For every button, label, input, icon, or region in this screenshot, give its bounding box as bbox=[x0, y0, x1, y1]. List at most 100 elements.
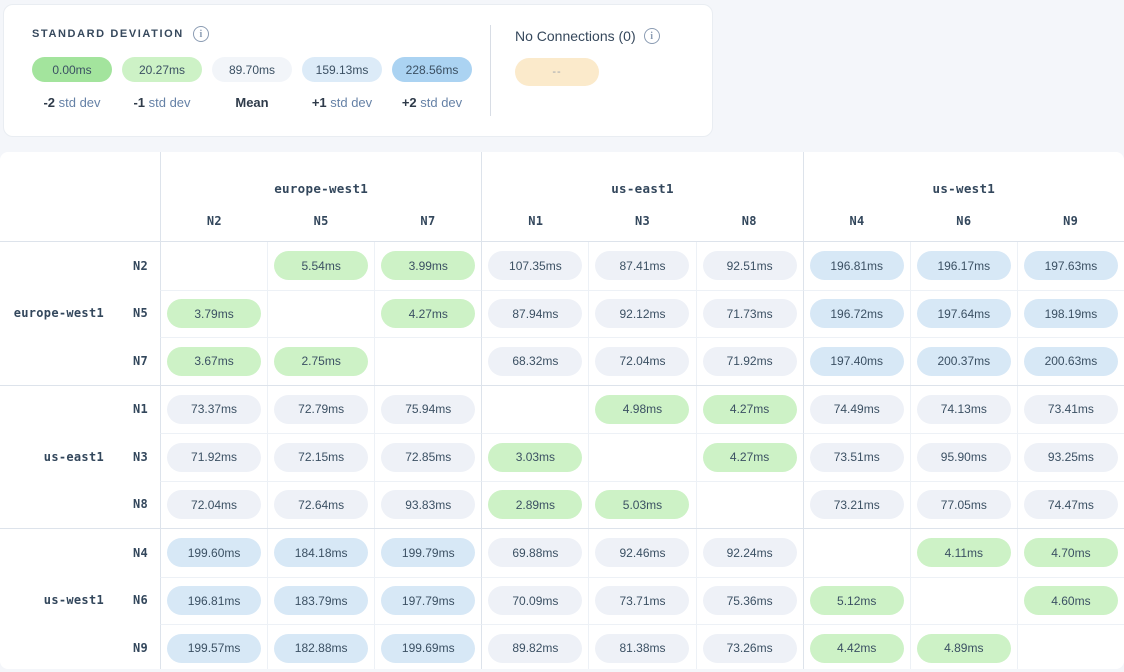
latency-chip[interactable]: 73.37ms bbox=[167, 395, 261, 424]
latency-chip[interactable]: 5.03ms bbox=[595, 490, 689, 519]
matrix-row: N173.37ms72.79ms75.94ms4.98ms4.27ms74.49… bbox=[110, 386, 1124, 434]
latency-chip[interactable]: 197.64ms bbox=[917, 299, 1011, 328]
matrix-row: N53.79ms4.27ms87.94ms92.12ms71.73ms196.7… bbox=[110, 290, 1124, 338]
latency-chip[interactable]: 4.11ms bbox=[917, 538, 1011, 567]
row-group: us-east1N173.37ms72.79ms75.94ms4.98ms4.2… bbox=[0, 385, 1124, 529]
latency-chip[interactable]: 75.94ms bbox=[381, 395, 475, 424]
row-group-rows: N25.54ms3.99ms107.35ms87.41ms92.51ms196.… bbox=[110, 242, 1124, 385]
latency-chip[interactable]: 74.13ms bbox=[917, 395, 1011, 424]
latency-chip[interactable]: 199.69ms bbox=[381, 634, 475, 663]
latency-chip[interactable]: 196.17ms bbox=[917, 251, 1011, 280]
latency-chip[interactable]: 196.72ms bbox=[810, 299, 904, 328]
latency-cell bbox=[803, 529, 910, 577]
latency-chip[interactable]: 4.27ms bbox=[703, 395, 797, 424]
latency-chip[interactable]: 4.70ms bbox=[1024, 538, 1118, 567]
latency-cell: 197.63ms bbox=[1017, 242, 1124, 290]
latency-chip[interactable]: 182.88ms bbox=[274, 634, 368, 663]
latency-chip[interactable]: 89.82ms bbox=[488, 634, 582, 663]
latency-chip[interactable]: 71.92ms bbox=[703, 347, 797, 376]
latency-chip[interactable]: 5.54ms bbox=[274, 251, 368, 280]
latency-cell: 74.47ms bbox=[1017, 481, 1124, 529]
legend-chip: 89.70ms bbox=[212, 57, 292, 82]
latency-chip[interactable]: 73.51ms bbox=[810, 443, 904, 472]
latency-cell bbox=[1017, 624, 1124, 669]
latency-chip[interactable]: 74.47ms bbox=[1024, 490, 1118, 519]
latency-chip[interactable]: 184.18ms bbox=[274, 538, 368, 567]
latency-chip[interactable]: 3.99ms bbox=[381, 251, 475, 280]
latency-chip[interactable]: 2.89ms bbox=[488, 490, 582, 519]
latency-chip[interactable]: 92.46ms bbox=[595, 538, 689, 567]
info-icon[interactable]: i bbox=[193, 26, 209, 42]
latency-chip[interactable]: 93.25ms bbox=[1024, 443, 1118, 472]
latency-chip[interactable]: 77.05ms bbox=[917, 490, 1011, 519]
latency-chip[interactable]: 4.42ms bbox=[810, 634, 904, 663]
latency-chip[interactable]: 92.51ms bbox=[703, 251, 797, 280]
latency-chip[interactable]: 198.19ms bbox=[1024, 299, 1118, 328]
latency-chip[interactable]: 92.24ms bbox=[703, 538, 797, 567]
latency-chip[interactable]: 81.38ms bbox=[595, 634, 689, 663]
latency-cell: 4.27ms bbox=[696, 386, 803, 434]
latency-chip[interactable]: 73.26ms bbox=[703, 634, 797, 663]
latency-chip[interactable]: 73.21ms bbox=[810, 490, 904, 519]
latency-chip[interactable]: 2.75ms bbox=[274, 347, 368, 376]
latency-chip[interactable]: 69.88ms bbox=[488, 538, 582, 567]
col-node-header: N6 bbox=[910, 200, 1017, 241]
latency-chip[interactable]: 4.89ms bbox=[917, 634, 1011, 663]
latency-chip[interactable]: 196.81ms bbox=[810, 251, 904, 280]
latency-chip[interactable]: 68.32ms bbox=[488, 347, 582, 376]
latency-chip[interactable]: 72.85ms bbox=[381, 443, 475, 472]
latency-chip[interactable]: 3.03ms bbox=[488, 443, 582, 472]
legend-chip: 159.13ms bbox=[302, 57, 382, 82]
latency-chip[interactable]: 199.60ms bbox=[167, 538, 261, 567]
latency-cell: 199.69ms bbox=[374, 624, 481, 669]
latency-chip[interactable]: 197.79ms bbox=[381, 586, 475, 615]
latency-chip[interactable]: 197.63ms bbox=[1024, 251, 1118, 280]
latency-chip[interactable]: 72.64ms bbox=[274, 490, 368, 519]
latency-chip[interactable]: 5.12ms bbox=[810, 586, 904, 615]
latency-chip[interactable]: 183.79ms bbox=[274, 586, 368, 615]
latency-chip[interactable]: 200.37ms bbox=[917, 347, 1011, 376]
latency-chip[interactable]: 93.83ms bbox=[381, 490, 475, 519]
info-icon[interactable]: i bbox=[644, 28, 660, 44]
latency-chip[interactable]: 72.79ms bbox=[274, 395, 368, 424]
row-node-label: N3 bbox=[110, 433, 160, 481]
latency-chip[interactable]: 71.73ms bbox=[703, 299, 797, 328]
std-dev-chip-row: 0.00ms20.27ms89.70ms159.13ms228.56ms bbox=[32, 57, 472, 82]
latency-cell: 87.94ms bbox=[481, 290, 588, 338]
latency-chip[interactable]: 4.98ms bbox=[595, 395, 689, 424]
latency-cell bbox=[481, 386, 588, 434]
latency-chip[interactable]: 73.41ms bbox=[1024, 395, 1118, 424]
latency-chip[interactable]: 72.04ms bbox=[595, 347, 689, 376]
latency-chip[interactable]: 74.49ms bbox=[810, 395, 904, 424]
latency-chip[interactable]: 3.67ms bbox=[167, 347, 261, 376]
latency-chip[interactable]: 199.79ms bbox=[381, 538, 475, 567]
latency-chip[interactable]: 3.79ms bbox=[167, 299, 261, 328]
latency-cell: 73.41ms bbox=[1017, 386, 1124, 434]
latency-chip[interactable]: 92.12ms bbox=[595, 299, 689, 328]
latency-chip[interactable]: 4.27ms bbox=[381, 299, 475, 328]
row-region-label: us-west1 bbox=[0, 529, 110, 669]
latency-chip[interactable]: 4.27ms bbox=[703, 443, 797, 472]
latency-cell: 5.54ms bbox=[267, 242, 374, 290]
latency-chip[interactable]: 72.15ms bbox=[274, 443, 368, 472]
latency-chip[interactable]: 4.60ms bbox=[1024, 586, 1118, 615]
latency-chip[interactable]: 87.41ms bbox=[595, 251, 689, 280]
row-group-rows: N173.37ms72.79ms75.94ms4.98ms4.27ms74.49… bbox=[110, 386, 1124, 529]
latency-chip[interactable]: 200.63ms bbox=[1024, 347, 1118, 376]
latency-chip[interactable]: 70.09ms bbox=[488, 586, 582, 615]
latency-chip[interactable]: 196.81ms bbox=[167, 586, 261, 615]
latency-chip[interactable]: 107.35ms bbox=[488, 251, 582, 280]
row-region-label: europe-west1 bbox=[0, 242, 110, 385]
latency-chip[interactable]: 87.94ms bbox=[488, 299, 582, 328]
latency-chip[interactable]: 71.92ms bbox=[167, 443, 261, 472]
latency-chip[interactable]: 95.90ms bbox=[917, 443, 1011, 472]
latency-chip[interactable]: 72.04ms bbox=[167, 490, 261, 519]
matrix-row: N73.67ms2.75ms68.32ms72.04ms71.92ms197.4… bbox=[110, 337, 1124, 385]
col-region-header: us-east1 bbox=[482, 152, 802, 200]
latency-chip[interactable]: 75.36ms bbox=[703, 586, 797, 615]
std-dev-legend: STANDARD DEVIATION i 0.00ms20.27ms89.70m… bbox=[4, 5, 490, 136]
latency-chip[interactable]: 197.40ms bbox=[810, 347, 904, 376]
latency-cell: 72.15ms bbox=[267, 433, 374, 481]
latency-chip[interactable]: 73.71ms bbox=[595, 586, 689, 615]
latency-chip[interactable]: 199.57ms bbox=[167, 634, 261, 663]
